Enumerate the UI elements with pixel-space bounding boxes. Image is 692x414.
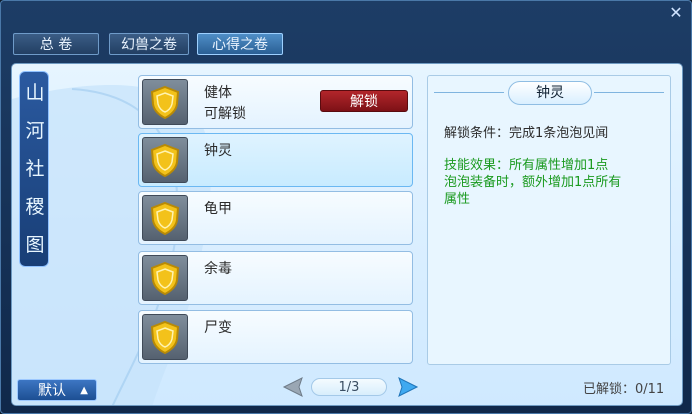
close-icon[interactable]: ✕ bbox=[667, 4, 685, 22]
list-item[interactable]: 龟甲 bbox=[138, 191, 413, 245]
tab-insight[interactable]: 心得之卷 bbox=[197, 33, 283, 55]
shield-icon bbox=[142, 195, 188, 241]
next-page-button[interactable] bbox=[393, 376, 419, 398]
item-name: 余毒 bbox=[204, 261, 232, 277]
window: ✕ 总 卷 幻兽之卷 心得之卷 山 河 社 稷 图 健体 可解锁 解锁 钟灵 龟… bbox=[0, 0, 692, 414]
tab-beast[interactable]: 幻兽之卷 bbox=[109, 33, 189, 55]
banner-char: 河 bbox=[25, 120, 45, 142]
chevron-up-icon: ▲ bbox=[80, 385, 88, 396]
item-name: 尸变 bbox=[204, 320, 232, 336]
banner-char: 山 bbox=[25, 82, 45, 104]
banner-char: 社 bbox=[25, 158, 45, 180]
item-status: 可解锁 bbox=[204, 106, 246, 122]
unlocked-count: 已解锁：0/11 bbox=[583, 382, 665, 397]
sort-dropdown[interactable]: 默认 ▲ bbox=[17, 379, 97, 401]
title-divider bbox=[434, 92, 504, 93]
title-banner: 山 河 社 稷 图 bbox=[19, 71, 49, 267]
item-name: 龟甲 bbox=[204, 201, 232, 217]
shield-icon bbox=[142, 79, 188, 125]
detail-title: 钟灵 bbox=[508, 81, 592, 105]
prev-page-button[interactable] bbox=[282, 376, 308, 398]
item-name: 健体 bbox=[204, 85, 232, 101]
banner-char: 图 bbox=[25, 234, 45, 256]
sort-dropdown-label: 默认 bbox=[38, 383, 66, 399]
item-name: 钟灵 bbox=[204, 143, 232, 159]
list-item[interactable]: 钟灵 bbox=[138, 133, 413, 187]
skill-effect-line: 泡泡装备时，额外增加1点所有 bbox=[444, 175, 622, 190]
page-indicator: 1/3 bbox=[311, 378, 387, 396]
skill-effect-line: 属性 bbox=[444, 192, 471, 207]
title-divider bbox=[594, 92, 664, 93]
list-item[interactable]: 余毒 bbox=[138, 251, 413, 305]
list-item[interactable]: 健体 可解锁 解锁 bbox=[138, 75, 413, 129]
banner-char: 稷 bbox=[25, 196, 45, 218]
detail-panel: 钟灵 解锁条件：完成1条泡泡见闻 技能效果：所有属性增加1点 泡泡装备时，额外增… bbox=[427, 75, 671, 365]
shield-icon bbox=[142, 255, 188, 301]
shield-icon bbox=[142, 314, 188, 360]
unlock-button[interactable]: 解锁 bbox=[320, 90, 408, 112]
shield-icon bbox=[142, 137, 188, 183]
unlock-condition: 解锁条件：完成1条泡泡见闻 bbox=[444, 126, 609, 141]
list-item[interactable]: 尸变 bbox=[138, 310, 413, 364]
tab-general[interactable]: 总 卷 bbox=[13, 33, 99, 55]
